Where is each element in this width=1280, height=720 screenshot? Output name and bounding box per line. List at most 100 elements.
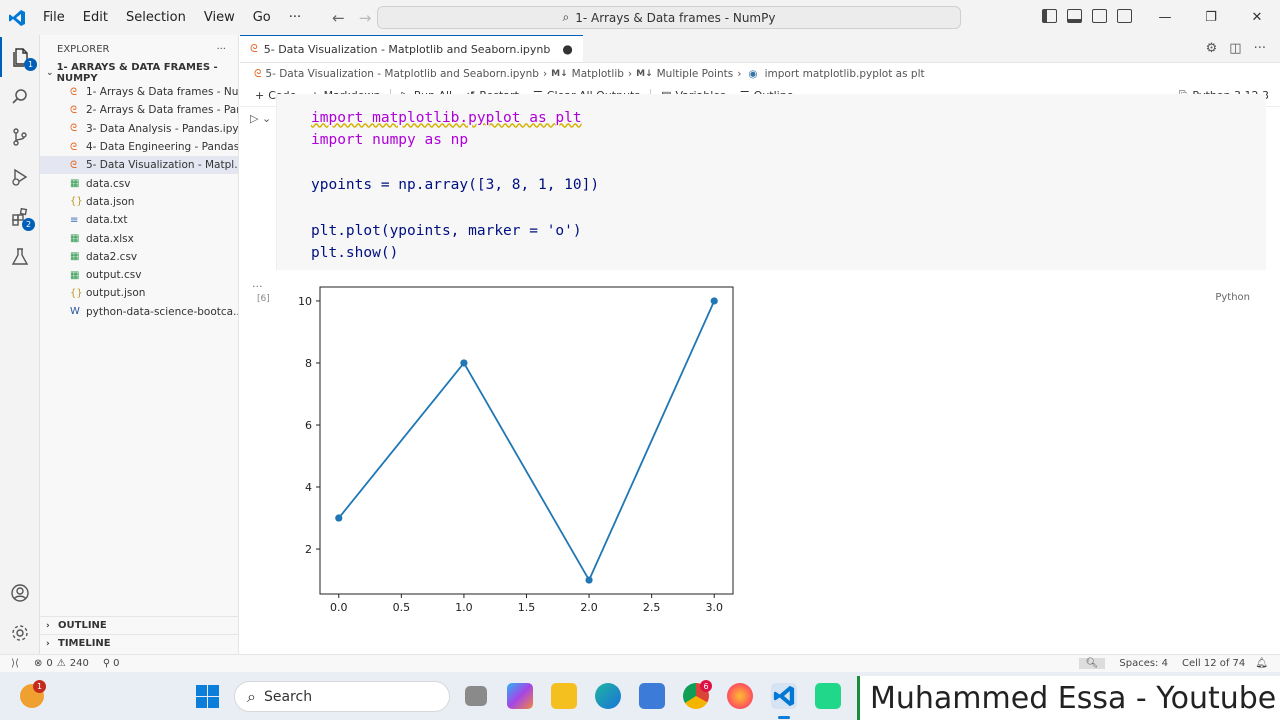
menu-file[interactable]: File: [34, 10, 74, 25]
close-icon[interactable]: ✕: [1234, 10, 1280, 25]
breadcrumb-cell[interactable]: import matplotlib.pyplot as plt: [765, 68, 925, 80]
file-label: 5- Data Visualization - Matpl...: [86, 159, 238, 172]
copilot-icon[interactable]: [507, 683, 533, 709]
menu-selection[interactable]: Selection: [117, 10, 195, 25]
vscode-logo-icon: [773, 685, 795, 707]
run-cell-icon[interactable]: ▷ ⌄: [250, 112, 271, 125]
workspace-folder-label: 1- ARRAYS & DATA FRAMES - NUMPY: [56, 62, 218, 84]
file-explorer-icon[interactable]: [551, 683, 577, 709]
outline-section[interactable]: › OUTLINE: [40, 616, 239, 634]
code-cell[interactable]: import matplotlib.pyplot as plt import nu…: [257, 94, 1266, 304]
toggle-panel-icon[interactable]: [1067, 9, 1082, 23]
error-count: 0: [46, 658, 53, 669]
jupyter-icon: ᘓ: [254, 67, 262, 80]
breadcrumb-subsection[interactable]: Multiple Points: [657, 68, 734, 80]
accounts-activity[interactable]: [0, 573, 40, 613]
minimize-icon[interactable]: —: [1142, 10, 1188, 25]
notebook-file-icon: ᘓ: [70, 86, 78, 98]
file-item[interactable]: ▦ data2.csv: [40, 248, 238, 266]
extensions-activity[interactable]: 2: [0, 197, 40, 237]
ports-status[interactable]: ⚲ 0: [103, 658, 120, 669]
search-activity[interactable]: [0, 77, 40, 117]
more-actions-icon[interactable]: ···: [1254, 41, 1266, 56]
edge-icon[interactable]: [595, 683, 621, 709]
markdown-icon: M↓: [551, 69, 568, 79]
code-text: plt.show(): [311, 245, 399, 262]
code-editor[interactable]: import matplotlib.pyplot as plt import nu…: [311, 84, 599, 310]
toggle-secondary-sidebar-icon[interactable]: [1092, 9, 1107, 23]
notifications-icon[interactable]: 🔔︎: [1255, 658, 1268, 669]
back-arrow-icon[interactable]: ←: [332, 9, 345, 27]
customize-layout-icon[interactable]: [1117, 9, 1132, 23]
breadcrumb-file[interactable]: 5- Data Visualization - Matplotlib and S…: [265, 68, 539, 80]
y-tick-label: 8: [305, 357, 312, 370]
file-item[interactable]: ▦ output.csv: [40, 266, 238, 284]
task-view-icon[interactable]: [465, 686, 487, 706]
menu-go[interactable]: Go: [244, 10, 280, 25]
output-more-icon[interactable]: ···: [252, 280, 263, 293]
store-icon[interactable]: [639, 683, 665, 709]
nav-arrows: ← →: [332, 9, 371, 27]
manage-activity[interactable]: [0, 613, 40, 653]
gear-icon: [12, 625, 28, 641]
code-line: import matplotlib.pyplot as plt: [311, 107, 599, 130]
file-item[interactable]: ᘓ 2- Arrays & Data frames - Pan...: [40, 101, 238, 119]
error-icon: ⊗: [34, 658, 43, 669]
timeline-section[interactable]: › TIMELINE: [40, 634, 239, 652]
file-item[interactable]: {} output.json: [40, 284, 238, 302]
notebook-file-icon: ᘓ: [70, 141, 78, 153]
vscode-taskbar-icon[interactable]: [771, 683, 797, 709]
unsaved-dot-icon[interactable]: ●: [562, 42, 572, 56]
menu-bar: File Edit Selection View Go ···: [34, 0, 310, 35]
editor-actions: ⚙ ◫ ···: [1206, 35, 1280, 62]
workspace-folder[interactable]: ⌄ 1- ARRAYS & DATA FRAMES - NUMPY: [40, 62, 238, 84]
run-debug-activity[interactable]: [0, 157, 40, 197]
start-button[interactable]: [196, 685, 219, 708]
x-tick-label: 0.0: [330, 601, 348, 614]
pycharm-icon[interactable]: [815, 683, 841, 709]
file-item[interactable]: ▦ data.csv: [40, 174, 238, 192]
problems-status[interactable]: ⊗ 0 ⚠ 240: [34, 658, 89, 669]
spaces-status[interactable]: Spaces: 4: [1119, 658, 1168, 669]
forward-arrow-icon[interactable]: →: [359, 9, 372, 27]
command-center-label: 1- Arrays & Data frames - NumPy: [575, 10, 776, 25]
chevron-right-icon: ›: [46, 638, 50, 649]
cell-status[interactable]: Cell 12 of 74: [1182, 658, 1245, 669]
file-item[interactable]: ▦ data.xlsx: [40, 229, 238, 247]
file-item[interactable]: ᘓ 4- Data Engineering - Pandas....: [40, 138, 238, 156]
explorer-activity[interactable]: 1: [0, 37, 40, 77]
source-control-activity[interactable]: [0, 117, 40, 157]
windows-logo-icon: [208, 685, 219, 696]
file-item[interactable]: ᘓ 5- Data Visualization - Matpl...: [40, 156, 238, 175]
file-item[interactable]: Wpython-data-science-bootca...: [40, 303, 238, 321]
more-actions-icon[interactable]: ···: [216, 44, 226, 55]
remote-icon[interactable]: ⟩⟨: [0, 658, 30, 669]
breadcrumb-section[interactable]: Matplotlib: [572, 68, 624, 80]
file-item[interactable]: ᘓ 3- Data Analysis - Pandas.ipynb: [40, 120, 238, 138]
zoom-icon[interactable]: 🔍︎: [1078, 658, 1106, 669]
split-editor-icon[interactable]: ◫: [1229, 41, 1241, 56]
firefox-icon[interactable]: [727, 683, 753, 709]
tab-label: 5- Data Visualization - Matplotlib and S…: [263, 42, 551, 56]
command-center[interactable]: ⌕ 1- Arrays & Data frames - NumPy: [377, 6, 961, 29]
testing-activity[interactable]: [0, 237, 40, 277]
file-item[interactable]: ≡ data.txt: [40, 211, 238, 229]
data-point: [335, 514, 343, 522]
menu-more[interactable]: ···: [280, 10, 310, 25]
csv-file-icon: ▦: [70, 251, 80, 263]
taskbar-search[interactable]: ⌕ Search: [234, 681, 450, 712]
execution-count: [6]: [257, 294, 270, 304]
toggle-sidebar-icon[interactable]: [1042, 9, 1057, 23]
outline-label: OUTLINE: [58, 620, 107, 631]
timeline-label: TIMELINE: [58, 638, 111, 649]
menu-edit[interactable]: Edit: [74, 10, 117, 25]
settings-gear-icon[interactable]: ⚙: [1206, 41, 1218, 56]
tab-notebook[interactable]: ᘓ 5- Data Visualization - Matplotlib and…: [240, 35, 583, 62]
file-item[interactable]: ᘓ 1- Arrays & Data frames - Nu...: [40, 83, 238, 101]
menu-view[interactable]: View: [195, 10, 244, 25]
vscode-logo-icon: [0, 0, 34, 35]
file-item[interactable]: {} data.json: [40, 193, 238, 211]
restore-icon[interactable]: ❐: [1188, 10, 1234, 25]
title-bar: File Edit Selection View Go ··· ← → ⌕ 1-…: [0, 0, 1280, 35]
cell-language[interactable]: Python: [1215, 292, 1250, 303]
